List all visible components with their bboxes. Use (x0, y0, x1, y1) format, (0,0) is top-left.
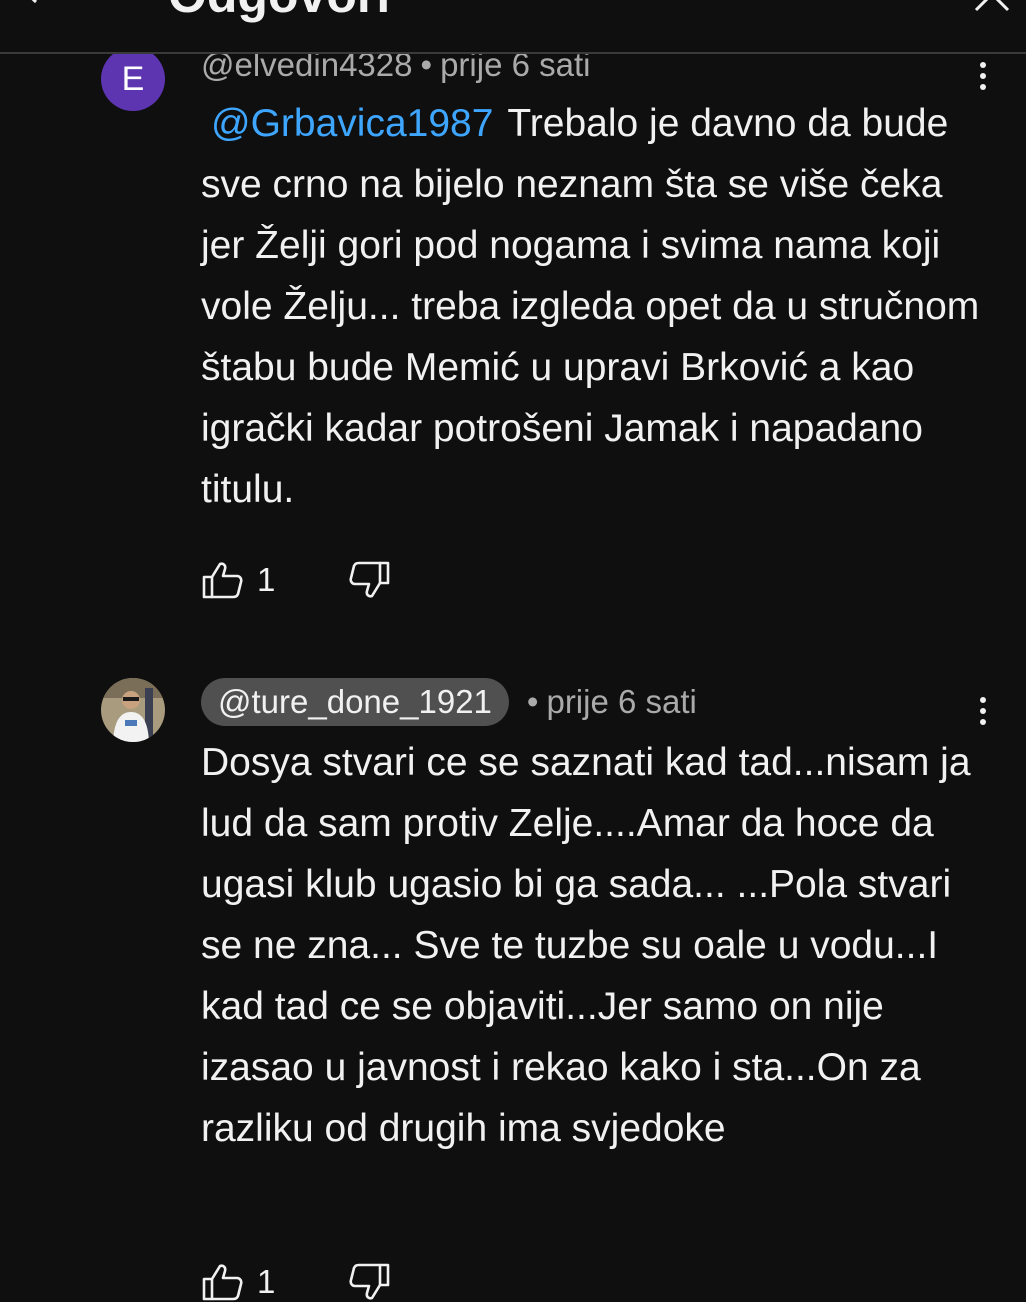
comment-text: Dosya stvari ce se saznati kad tad...nis… (201, 741, 971, 1150)
mention-link[interactable]: @Grbavica1987 (211, 102, 493, 145)
like-icon[interactable] (201, 560, 243, 600)
more-options-icon[interactable] (970, 693, 996, 733)
close-icon[interactable] (972, 0, 1012, 14)
dislike-icon[interactable] (349, 1262, 391, 1302)
comment-meta: @ture_done_1921 • prije 6 sati (201, 678, 697, 726)
comment-text: @Grbavica1987 Trebalo je davno da bude sv… (201, 93, 991, 520)
avatar[interactable] (101, 678, 165, 742)
like-icon[interactable] (201, 1262, 243, 1302)
comment-author-highlighted[interactable]: @ture_done_1921 (201, 678, 509, 726)
dislike-icon[interactable] (349, 560, 391, 600)
comment-actions: 1 (201, 1262, 391, 1302)
replies-header: Odgovori (0, 0, 1026, 54)
meta-separator: • (526, 683, 539, 720)
comment-body: Trebalo je davno da bude sve crno na bij… (201, 102, 980, 511)
avatar[interactable]: E (101, 47, 165, 111)
back-arrow-icon[interactable] (14, 0, 44, 4)
comment-actions: 1 (201, 560, 391, 600)
like-count: 1 (257, 1263, 276, 1300)
page-title: Odgovori (168, 0, 390, 24)
more-options-icon[interactable] (970, 58, 996, 98)
like-count: 1 (257, 561, 276, 598)
comment-time: prije 6 sati (546, 683, 697, 720)
